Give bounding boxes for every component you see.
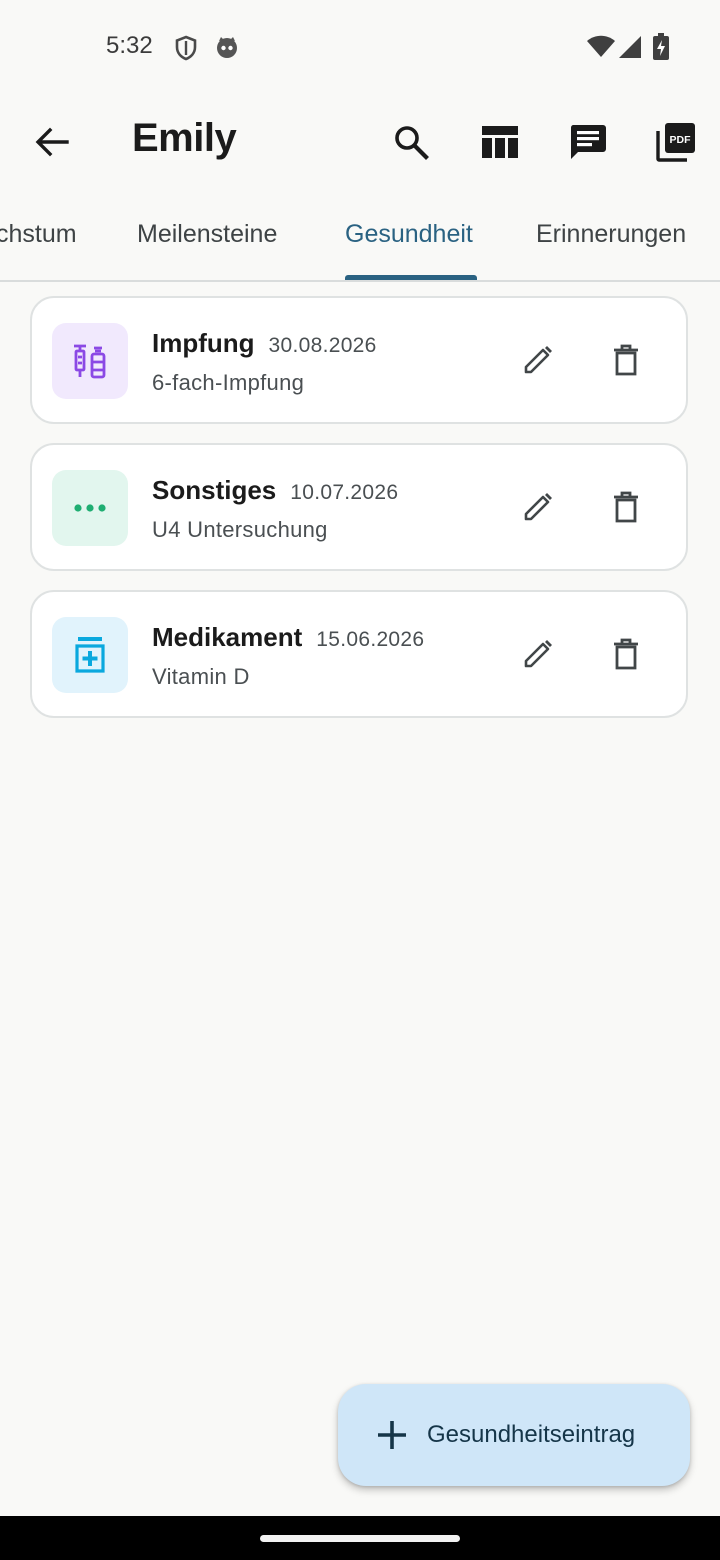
- entry-date: 10.07.2026: [290, 481, 399, 504]
- app-bar: Emily PDF: [0, 96, 720, 192]
- svg-text:PDF: PDF: [670, 134, 692, 146]
- search-icon: [395, 126, 429, 160]
- entry-type: Impfung: [152, 328, 255, 358]
- entry-icon-badge: [52, 323, 128, 399]
- edit-button[interactable]: [516, 632, 560, 676]
- vaccine-icon: [74, 344, 106, 379]
- trash-icon: [614, 344, 638, 376]
- edit-button[interactable]: [516, 338, 560, 382]
- health-entry-card[interactable]: Impfung 30.08.2026 6-fach-Impfung: [30, 296, 688, 424]
- table-view-button[interactable]: [474, 116, 526, 168]
- entry-title-row: Medikament 15.06.2026: [152, 622, 424, 653]
- entry-description: 6-fach-Impfung: [152, 370, 305, 395]
- fab-label: Gesundheitseintrag: [427, 1421, 636, 1448]
- delete-button[interactable]: [604, 485, 648, 529]
- signal-icon: [618, 35, 642, 64]
- tab-gesundheit[interactable]: Gesundheit: [345, 220, 473, 249]
- tab-indicator: [345, 275, 477, 280]
- wifi-icon: [586, 35, 616, 64]
- medication-icon: [75, 637, 105, 673]
- shield-icon: [174, 35, 198, 66]
- more-dots-icon: [74, 504, 106, 512]
- entry-date: 30.08.2026: [268, 334, 377, 357]
- plus-icon: [378, 1421, 406, 1449]
- battery-charging-icon: [652, 33, 670, 66]
- pencil-icon: [524, 640, 552, 668]
- tab-wachstum[interactable]: chstum: [0, 220, 77, 249]
- entry-description: Vitamin D: [152, 664, 250, 689]
- entry-type: Medikament: [152, 622, 303, 652]
- back-button[interactable]: [26, 116, 78, 168]
- trash-icon: [614, 491, 638, 523]
- status-bar: 5:32: [0, 0, 720, 96]
- chat-icon: [570, 125, 606, 159]
- pdf-export-button[interactable]: PDF: [650, 116, 702, 168]
- pencil-icon: [524, 346, 552, 374]
- system-nav-bar: [0, 1516, 720, 1560]
- edit-button[interactable]: [516, 485, 560, 529]
- tab-erinnerungen[interactable]: Erinnerungen: [536, 220, 686, 249]
- health-entry-card[interactable]: Medikament 15.06.2026 Vitamin D: [30, 590, 688, 718]
- cat-face-icon: [215, 35, 239, 64]
- pencil-icon: [524, 493, 552, 521]
- entry-icon-badge: [52, 617, 128, 693]
- chat-button[interactable]: [562, 116, 614, 168]
- delete-button[interactable]: [604, 338, 648, 382]
- tab-bar: chstum Meilensteine Gesundheit Erinnerun…: [0, 192, 720, 282]
- entry-type: Sonstiges: [152, 475, 277, 505]
- entry-title-row: Sonstiges 10.07.2026: [152, 475, 398, 506]
- search-button[interactable]: [385, 116, 437, 168]
- page-title: Emily: [132, 116, 237, 160]
- add-health-entry-button[interactable]: Gesundheitseintrag: [338, 1384, 690, 1486]
- home-gesture-handle[interactable]: [260, 1535, 460, 1542]
- entry-icon-badge: [52, 470, 128, 546]
- entry-title-row: Impfung 30.08.2026: [152, 328, 377, 359]
- pdf-export-icon: PDF: [656, 123, 695, 162]
- arrow-back-icon: [35, 127, 69, 157]
- status-time: 5:32: [106, 32, 153, 59]
- delete-button[interactable]: [604, 632, 648, 676]
- entry-description: U4 Untersuchung: [152, 517, 328, 542]
- health-entry-card[interactable]: Sonstiges 10.07.2026 U4 Untersuchung: [30, 443, 688, 571]
- entry-date: 15.06.2026: [316, 628, 425, 651]
- trash-icon: [614, 638, 638, 670]
- table-view-icon: [482, 126, 518, 158]
- tab-meilensteine[interactable]: Meilensteine: [137, 220, 277, 249]
